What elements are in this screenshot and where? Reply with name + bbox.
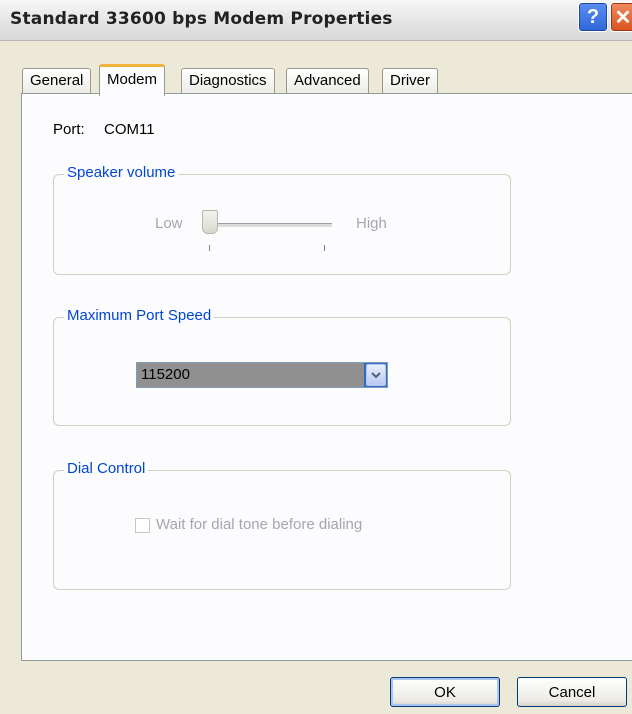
- cancel-button[interactable]: Cancel: [517, 677, 627, 707]
- ok-button[interactable]: OK: [390, 677, 500, 707]
- max-port-speed-legend: Maximum Port Speed: [64, 307, 215, 324]
- port-label: Port:: [53, 121, 85, 138]
- tab-diagnostics[interactable]: Diagnostics: [181, 68, 275, 94]
- window-title: Standard 33600 bps Modem Properties: [10, 9, 393, 29]
- volume-high-label: High: [356, 215, 387, 232]
- dial-control-legend: Dial Control: [64, 460, 149, 477]
- close-button[interactable]: ✕: [610, 2, 632, 32]
- max-port-speed-group: Maximum Port Speed 115200: [53, 307, 511, 426]
- port-speed-select[interactable]: 115200: [136, 362, 388, 388]
- volume-tick-low: [209, 245, 210, 251]
- speaker-volume-legend: Speaker volume: [64, 164, 179, 181]
- volume-slider-thumb[interactable]: [202, 210, 218, 234]
- title-bar: Standard 33600 bps Modem Properties ? ✕: [0, 0, 632, 41]
- wait-for-dial-tone-checkbox[interactable]: [135, 518, 150, 533]
- volume-slider-track: [212, 223, 332, 228]
- port-speed-value: 115200: [137, 363, 364, 387]
- chevron-down-icon: [371, 371, 381, 378]
- help-icon: ?: [586, 5, 600, 28]
- tab-driver[interactable]: Driver: [382, 68, 438, 94]
- help-button[interactable]: ?: [578, 2, 608, 32]
- wait-for-dial-tone-label: Wait for dial tone before dialing: [156, 516, 363, 533]
- close-icon: ✕: [614, 6, 632, 29]
- volume-low-label: Low: [155, 215, 183, 232]
- tab-modem[interactable]: Modem: [99, 64, 166, 96]
- speaker-volume-group: Speaker volume Low High: [53, 164, 511, 275]
- port-value: COM11: [104, 121, 155, 138]
- tab-panel-modem: Port: COM11 Speaker volume Low High Maxi…: [21, 93, 632, 661]
- dial-control-group: Dial Control Wait for dial tone before d…: [53, 460, 511, 590]
- volume-tick-high: [324, 245, 325, 251]
- dropdown-button[interactable]: [366, 364, 386, 386]
- tab-general[interactable]: General: [22, 68, 92, 94]
- tab-advanced[interactable]: Advanced: [286, 68, 369, 94]
